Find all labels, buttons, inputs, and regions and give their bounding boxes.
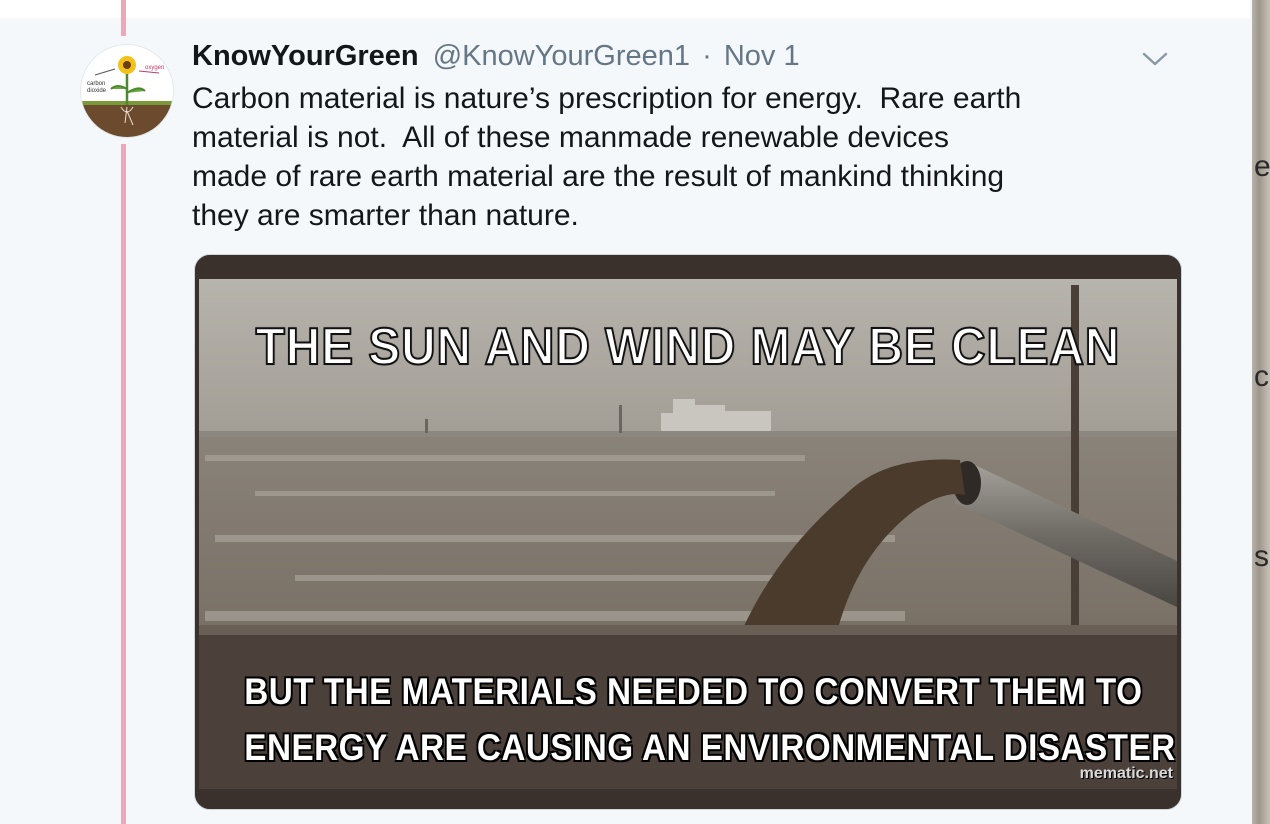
avatar-label-carbon: carbon: [87, 81, 105, 87]
display-name[interactable]: KnowYourGreen: [192, 40, 419, 72]
meme-watermark: mematic.net: [1079, 765, 1173, 782]
user-handle[interactable]: @KnowYourGreen1: [433, 40, 690, 72]
edge-glyph: c: [1254, 360, 1269, 393]
meme-top-caption: THE SUN AND WIND MAY BE CLEAN: [255, 317, 1121, 377]
avatar[interactable]: carbon dioxide oxygen: [80, 44, 174, 138]
background-window-edge: e c s: [1252, 0, 1270, 824]
edge-glyph: s: [1254, 540, 1269, 573]
tweet-media-image[interactable]: THE SUN AND WIND MAY BE CLEAN BUT THE MA…: [194, 254, 1182, 810]
sunflower-avatar-image: carbon dioxide oxygen: [81, 45, 173, 137]
previous-tweet-area: [0, 0, 1250, 18]
tweet-more-menu-button[interactable]: [1142, 50, 1168, 68]
meme-bottom-caption-line-2: ENERGY ARE CAUSING AN ENVIRONMENTAL DISA…: [244, 727, 1176, 768]
thread-connector-line: [121, 144, 126, 824]
avatar-label-oxygen: oxygen: [145, 65, 164, 71]
tweet-header: KnowYourGreen @KnowYourGreen1 · Nov 1: [192, 40, 800, 73]
tweet-date[interactable]: Nov 1: [724, 40, 800, 72]
avatar-label-dioxide: dioxide: [87, 88, 107, 94]
edge-glyph: e: [1254, 150, 1270, 183]
tweet-text: Carbon material is nature’s prescription…: [192, 82, 1022, 232]
chevron-down-icon: [1142, 52, 1168, 66]
thread-connector-line: [121, 0, 126, 36]
meta-separator: ·: [702, 40, 712, 72]
meme-bottom-caption-line-1: BUT THE MATERIALS NEEDED TO CONVERT THEM…: [244, 671, 1143, 712]
